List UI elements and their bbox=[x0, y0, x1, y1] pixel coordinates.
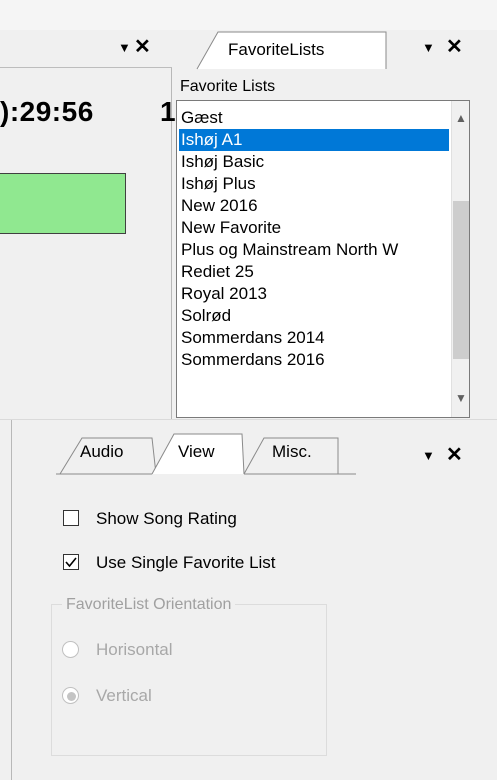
show-song-rating-checkbox[interactable] bbox=[63, 510, 79, 526]
list-item-selected[interactable]: Ishøj A1 bbox=[179, 129, 449, 151]
radio-selected-dot-icon bbox=[67, 692, 76, 701]
horisontal-label[interactable]: Horisontal bbox=[96, 640, 173, 660]
elapsed-time: ):29:56 bbox=[0, 96, 94, 127]
use-single-favorite-list-checkbox[interactable] bbox=[63, 554, 79, 570]
tab-misc[interactable]: Misc. bbox=[272, 442, 312, 462]
tab-view[interactable]: View bbox=[178, 442, 215, 462]
use-single-favorite-list-label[interactable]: Use Single Favorite List bbox=[96, 553, 276, 573]
scrollbar-thumb[interactable] bbox=[453, 201, 469, 359]
list-item[interactable]: Ishøj Plus bbox=[181, 173, 449, 195]
horisontal-radio[interactable] bbox=[62, 641, 79, 658]
list-item[interactable]: Gæst bbox=[181, 107, 449, 129]
favorites-listbox[interactable]: Gæst Ishøj A1 Ishøj Basic Ishøj Plus New… bbox=[176, 100, 470, 418]
tab-audio[interactable]: Audio bbox=[80, 442, 123, 462]
scroll-down-arrow-icon[interactable]: ▼ bbox=[452, 391, 469, 405]
show-song-rating-label[interactable]: Show Song Rating bbox=[96, 509, 237, 529]
check-icon bbox=[65, 557, 77, 568]
top-strip bbox=[0, 0, 497, 30]
list-item[interactable]: Sommerdans 2014 bbox=[181, 327, 449, 349]
list-item[interactable]: Solrød bbox=[181, 305, 449, 327]
list-item[interactable]: Plus og Mainstream North W bbox=[181, 239, 449, 261]
list-item[interactable]: New Favorite bbox=[181, 217, 449, 239]
vertical-radio[interactable] bbox=[62, 687, 79, 704]
tab-favoritelists[interactable]: FavoriteLists bbox=[228, 40, 324, 60]
list-item[interactable]: Royal 2013 bbox=[181, 283, 449, 305]
time-suffix: 1 bbox=[160, 96, 176, 127]
panel-close-icon[interactable]: ✕ bbox=[134, 34, 151, 59]
settings-menu-caret-down-icon[interactable]: ▼ bbox=[422, 448, 435, 463]
panel-menu-caret-down-icon[interactable]: ▼ bbox=[118, 40, 131, 55]
settings-close-icon[interactable]: ✕ bbox=[446, 442, 463, 467]
favorites-menu-caret-down-icon[interactable]: ▼ bbox=[422, 40, 435, 55]
orientation-group bbox=[51, 604, 327, 756]
favorites-close-icon[interactable]: ✕ bbox=[446, 34, 463, 59]
favorites-heading: Favorite Lists bbox=[180, 78, 276, 95]
vertical-label[interactable]: Vertical bbox=[96, 686, 152, 706]
favorites-scrollbar[interactable]: ▲ ▼ bbox=[451, 101, 469, 417]
list-item[interactable]: Ishøj Basic bbox=[181, 151, 449, 173]
orientation-group-label: FavoriteList Orientation bbox=[62, 596, 236, 614]
list-item[interactable]: Rediet 25 bbox=[181, 261, 449, 283]
scroll-up-arrow-icon[interactable]: ▲ bbox=[452, 111, 469, 125]
green-status-indicator bbox=[0, 173, 126, 234]
left-bottom-panel bbox=[0, 420, 12, 780]
list-item[interactable]: Sommerdans 2016 bbox=[181, 349, 449, 371]
list-item[interactable]: New 2016 bbox=[181, 195, 449, 217]
